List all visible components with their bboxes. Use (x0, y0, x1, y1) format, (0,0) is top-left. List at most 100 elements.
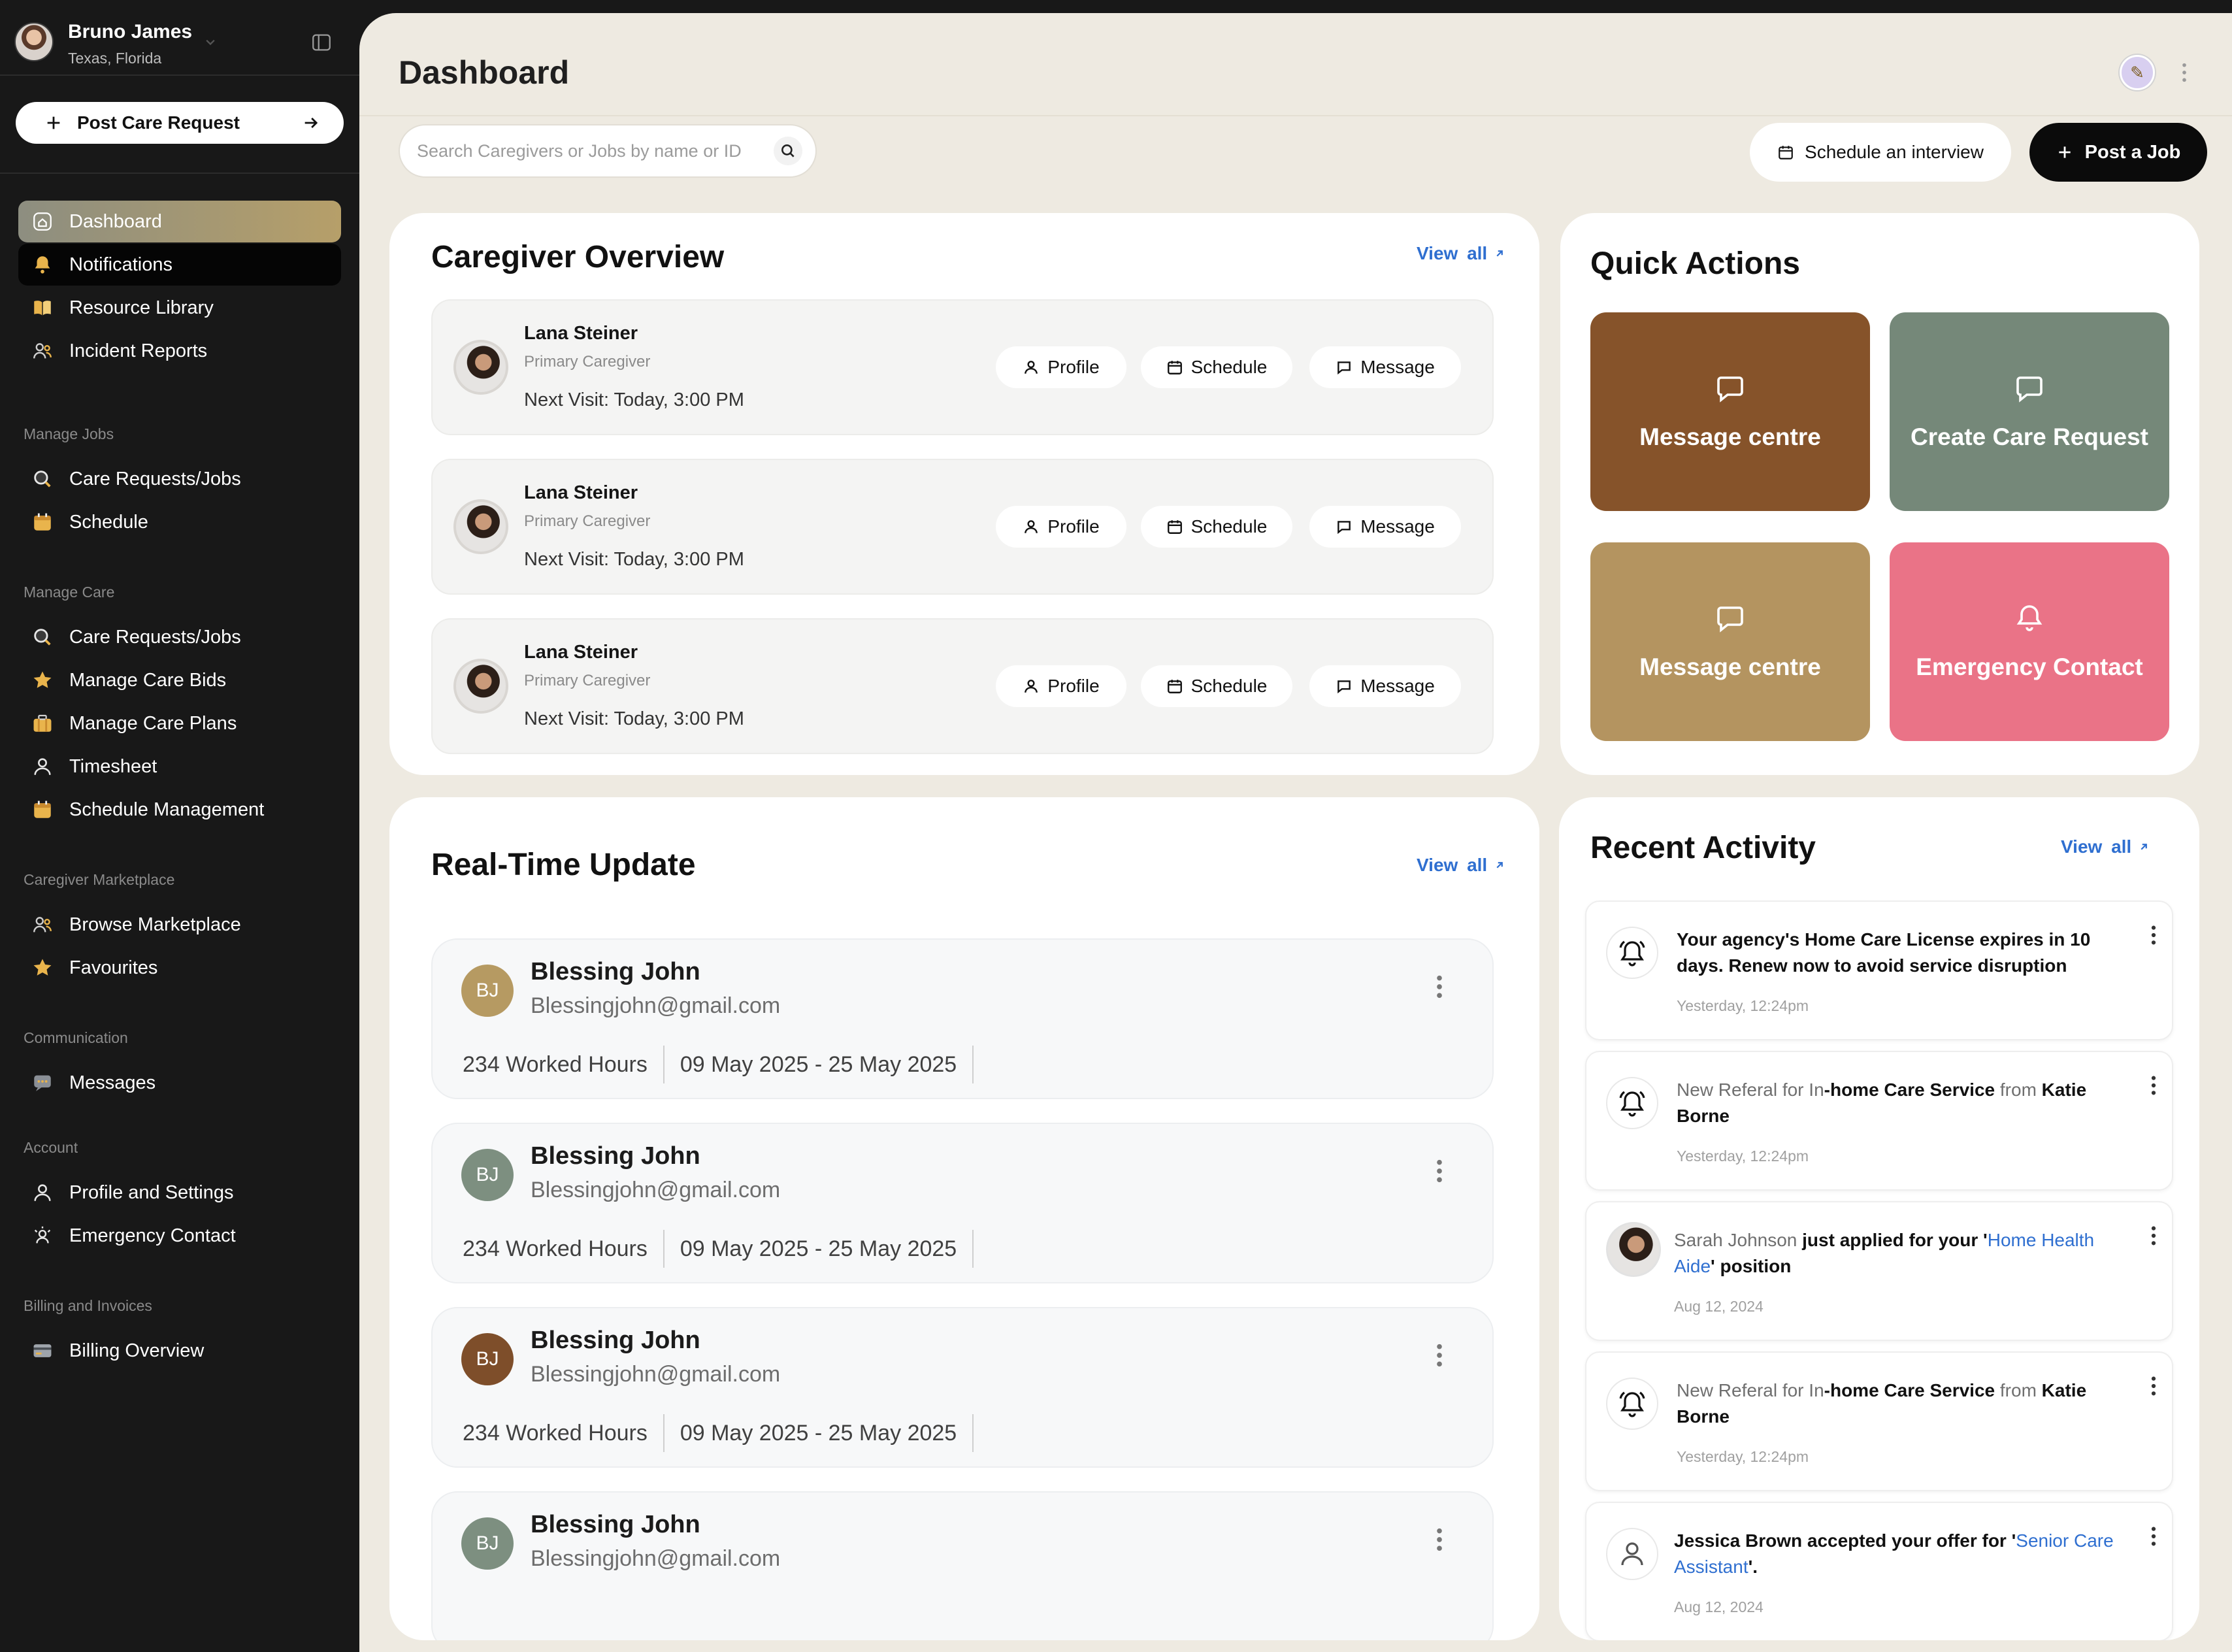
avatar (453, 499, 508, 554)
quick-actions-title: Quick Actions (1590, 246, 1800, 281)
more-options-icon[interactable] (1435, 1527, 1444, 1553)
schedule-button[interactable]: Schedule (1141, 506, 1292, 548)
sidebar-item-manage-care-bids[interactable]: Manage Care Bids (18, 659, 341, 701)
view-all-link[interactable]: View all (2061, 836, 2150, 857)
message-button[interactable]: Message (1309, 506, 1461, 548)
quick-action-emergency-contact[interactable]: Emergency Contact (1890, 542, 2169, 741)
caregiver-role: Primary Caregiver (524, 512, 651, 530)
sidebar-item-favourites[interactable]: Favourites (18, 947, 341, 989)
sidebar-item-emergency-contact[interactable]: Emergency Contact (18, 1215, 341, 1257)
activity-item[interactable]: New Referal for In-home Care Service fro… (1585, 1351, 2173, 1491)
quick-action-create-care-request[interactable]: Create Care Request (1890, 312, 2169, 511)
more-options-icon[interactable] (2150, 1375, 2158, 1397)
sidebar-item-messages[interactable]: Messages (18, 1062, 341, 1104)
activity-item[interactable]: Jessica Brown accepted your offer for 'S… (1585, 1502, 2173, 1640)
divider (359, 115, 2232, 116)
search-icon (34, 471, 51, 487)
view-all-link[interactable]: View all (1417, 243, 1505, 264)
profile-button[interactable]: Profile (996, 665, 1126, 707)
realtime-name: Blessing John (531, 1511, 700, 1538)
chat-bubble-icon (1717, 606, 1743, 633)
sidebar-item-label: Manage Care Plans (69, 712, 237, 734)
users-icon (33, 343, 52, 359)
view-all-link[interactable]: View all (1417, 855, 1505, 876)
calendar-icon (1167, 520, 1182, 534)
quick-action-message-centre-2[interactable]: Message centre (1590, 542, 1870, 741)
search-input[interactable] (417, 140, 774, 161)
sidebar-item-resource-library[interactable]: Resource Library (18, 287, 341, 329)
more-options-icon[interactable] (2150, 1074, 2158, 1097)
realtime-meta: 234 Worked Hours 09 May 2025 - 25 May 20… (463, 1230, 974, 1268)
sidebar-item-incident-reports[interactable]: Incident Reports (18, 330, 341, 372)
realtime-email: Blessingjohn@gmail.com (531, 1178, 781, 1202)
activity-text: Your agency's Home Care License expires … (1677, 929, 2091, 976)
caregiver-row: Lana Steiner Primary Caregiver Next Visi… (431, 459, 1494, 595)
activity-text: New Referal for In-home Care Service fro… (1677, 1077, 2127, 1129)
search-bar[interactable] (399, 124, 817, 178)
more-options-icon[interactable] (1435, 1342, 1444, 1368)
realtime-row: BJ Blessing John Blessingjohn@gmail.com … (431, 1307, 1494, 1468)
sidebar-item-profile-settings[interactable]: Profile and Settings (18, 1172, 341, 1214)
realtime-meta: 234 Worked Hours 09 May 2025 - 25 May 20… (463, 1046, 974, 1083)
chevron-down-icon[interactable] (201, 33, 220, 51)
user-name: Bruno James (68, 21, 193, 42)
profile-button[interactable]: Profile (996, 346, 1126, 388)
calendar-icon (1167, 680, 1182, 693)
user-icon (34, 758, 51, 775)
more-options-icon[interactable] (1435, 1158, 1444, 1184)
sidebar-item-care-requests-jobs[interactable]: Care Requests/Jobs (18, 458, 341, 500)
message-button[interactable]: Message (1309, 665, 1461, 707)
users-icon (33, 917, 52, 933)
activity-icon (1606, 927, 1658, 979)
sidebar-item-notifications[interactable]: Notifications (18, 244, 341, 286)
realtime-meta: 234 Worked Hours 09 May 2025 - 25 May 20… (463, 1414, 974, 1452)
sidebar-item-manage-care-plans[interactable]: Manage Care Plans (18, 702, 341, 744)
sidebar-item-label: Care Requests/Jobs (69, 626, 241, 648)
more-options-icon[interactable] (2150, 1525, 2158, 1547)
worked-hours: 234 Worked Hours (463, 1230, 665, 1268)
caregiver-next-visit: Next Visit: Today, 3:00 PM (524, 708, 744, 729)
sidebar-item-label: Messages (69, 1072, 156, 1093)
realtime-update-title: Real-Time Update (431, 848, 696, 882)
activity-item[interactable]: New Referal for In-home Care Service fro… (1585, 1051, 2173, 1191)
sidebar-item-care-requests-jobs-2[interactable]: Care Requests/Jobs (18, 616, 341, 658)
schedule-button[interactable]: Schedule (1141, 346, 1292, 388)
message-button[interactable]: Message (1309, 346, 1461, 388)
sidebar-item-browse-marketplace[interactable]: Browse Marketplace (18, 904, 341, 946)
sidebar-item-label: Emergency Contact (69, 1225, 236, 1246)
user-profile[interactable]: Bruno James Texas, Florida (14, 20, 345, 67)
realtime-name: Blessing John (531, 1327, 700, 1354)
sidebar-toggle-icon[interactable] (310, 31, 333, 54)
activity-text-part: -home Care Service (1824, 1080, 1995, 1100)
sidebar-item-schedule[interactable]: Schedule (18, 501, 341, 543)
avatar: BJ (461, 1517, 514, 1570)
caregiver-next-visit: Next Visit: Today, 3:00 PM (524, 549, 744, 570)
post-job-button[interactable]: Post a Job (2029, 123, 2207, 182)
user-location: Texas, Florida (68, 50, 162, 67)
post-care-request-button[interactable]: Post Care Request (16, 102, 344, 144)
activity-item[interactable]: Sarah Johnson just applied for your 'Hom… (1585, 1201, 2173, 1341)
sidebar-item-billing-overview[interactable]: Billing Overview (18, 1330, 341, 1372)
caregiver-next-visit: Next Visit: Today, 3:00 PM (524, 389, 744, 410)
avatar[interactable]: ✎ (2120, 55, 2155, 90)
activity-item[interactable]: Your agency's Home Care License expires … (1585, 900, 2173, 1040)
page-title: Dashboard (399, 54, 570, 91)
sidebar-item-timesheet[interactable]: Timesheet (18, 746, 341, 787)
user-icon (34, 1184, 51, 1201)
activity-text-part: New Referal for In (1677, 1080, 1824, 1100)
schedule-interview-button[interactable]: Schedule an interview (1750, 123, 2011, 182)
more-options-icon[interactable] (2150, 924, 2158, 946)
worked-hours: 234 Worked Hours (463, 1414, 665, 1452)
emergency-icon (34, 1226, 51, 1244)
sidebar-item-dashboard[interactable]: Dashboard (18, 201, 341, 242)
profile-button[interactable]: Profile (996, 506, 1126, 548)
sidebar-item-label: Billing Overview (69, 1340, 205, 1361)
more-options-icon[interactable] (2150, 1225, 2158, 1247)
arrow-up-right-icon (1496, 250, 1503, 257)
more-options-icon[interactable] (2180, 61, 2189, 84)
schedule-button[interactable]: Schedule (1141, 665, 1292, 707)
quick-action-message-centre[interactable]: Message centre (1590, 312, 1870, 511)
more-options-icon[interactable] (1435, 974, 1444, 1000)
sidebar-item-schedule-management[interactable]: Schedule Management (18, 789, 341, 831)
search-button[interactable] (774, 137, 802, 165)
